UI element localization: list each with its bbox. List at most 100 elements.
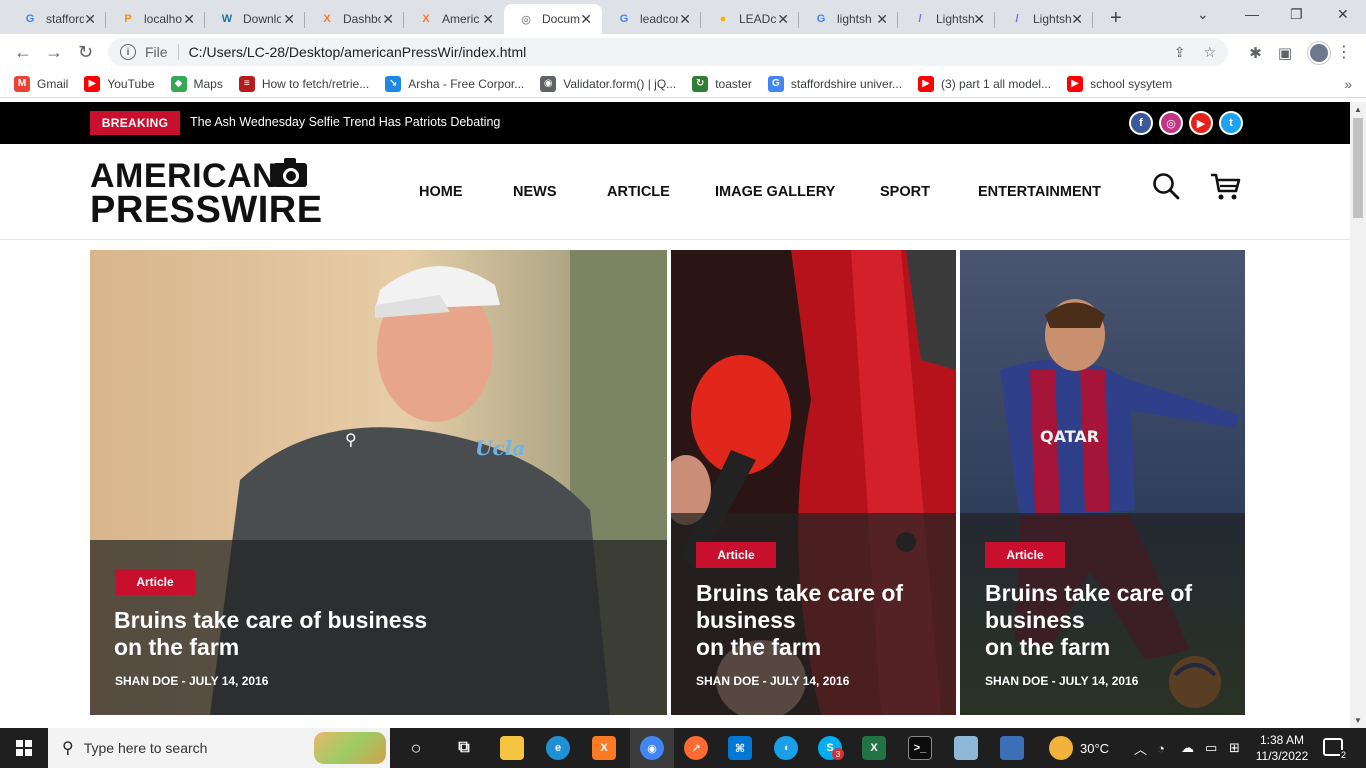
postman-icon[interactable]: ↗ xyxy=(684,736,708,760)
browser-tab[interactable]: / Lightsh ✕ xyxy=(898,4,995,34)
browser-tab[interactable]: ● LEADcon✕ xyxy=(701,4,799,34)
network-icon[interactable]: ⊞ xyxy=(1229,728,1240,768)
nav-item-article[interactable]: ARTICLE xyxy=(607,184,715,200)
weather-icon[interactable] xyxy=(1049,736,1073,760)
twitter-icon[interactable]: t xyxy=(1219,111,1243,135)
browser-tab[interactable]: Gstafford ✕ xyxy=(8,4,106,34)
tab-close-icon[interactable]: ✕ xyxy=(973,11,985,28)
tab-close-icon[interactable]: ✕ xyxy=(482,11,494,28)
show-hidden-icons[interactable]: ︿ xyxy=(1134,728,1147,768)
bookmark-item[interactable]: ↘ Arsha - Free Corpor... xyxy=(385,75,524,92)
browser-tab[interactable]: Gleadcon ✕ xyxy=(602,4,701,34)
browser-tab[interactable]: Glightsh ✕ xyxy=(799,4,898,34)
site-logo[interactable]: AMERICAN PRESSWIRE xyxy=(90,158,322,230)
minimize-button[interactable]: — xyxy=(1245,6,1259,22)
tab-close-icon[interactable]: ✕ xyxy=(580,11,592,28)
onedrive-icon[interactable]: ☁ xyxy=(1181,728,1194,768)
tab-close-icon[interactable]: ✕ xyxy=(84,11,96,28)
browser-tab[interactable]: ◎ Document✕ xyxy=(504,4,602,34)
restore-button[interactable]: ❐ xyxy=(1290,6,1303,23)
reload-icon[interactable]: ↻ xyxy=(78,42,93,63)
tab-close-icon[interactable]: ✕ xyxy=(777,11,789,28)
tab-search-icon[interactable]: ⌄ xyxy=(1197,6,1209,23)
card-title[interactable]: Bruins take care of business on the farm xyxy=(114,607,534,661)
windows-start-icon[interactable] xyxy=(16,740,32,756)
taskbar-search-box[interactable]: ⚲ Type here to search xyxy=(48,728,390,768)
chrome-icon[interactable]: ◉ xyxy=(640,736,664,760)
forward-icon[interactable]: → xyxy=(45,42,63,63)
card-title[interactable]: Bruins take care of business on the farm xyxy=(696,580,946,661)
battery-icon[interactable]: ▭ xyxy=(1205,728,1217,768)
meet-now-icon[interactable]: ◔ xyxy=(1157,728,1165,768)
youtube-icon[interactable]: ▶ xyxy=(1189,111,1213,135)
feature-card-1[interactable]: Ucla ⚲ Article Bruins take care of busin… xyxy=(90,250,667,715)
browser-tab[interactable]: X Dashboard✕ xyxy=(305,4,404,34)
bookmark-star-icon[interactable]: ☆ xyxy=(1203,44,1216,61)
excel-icon[interactable]: X xyxy=(862,736,886,760)
nav-item-image-gallery[interactable]: IMAGE GALLERY xyxy=(715,184,880,200)
close-window-button[interactable]: ✕ xyxy=(1337,6,1349,23)
instagram-icon[interactable]: ◎ xyxy=(1159,111,1183,135)
category-badge[interactable]: Article xyxy=(985,542,1065,568)
tab-close-icon[interactable]: ✕ xyxy=(679,11,691,28)
nav-item-home[interactable]: HOME xyxy=(419,184,513,200)
tab-close-icon[interactable]: ✕ xyxy=(382,11,394,28)
breaking-headline[interactable]: The Ash Wednesday Selfie Trend Has Patri… xyxy=(190,115,500,129)
browser-tab[interactable]: Plocalhost✕ xyxy=(106,4,205,34)
edge-icon[interactable]: e xyxy=(546,736,570,760)
more-bookmarks-icon[interactable]: » xyxy=(1344,76,1352,92)
category-badge[interactable]: Article xyxy=(115,569,195,595)
browser-tab[interactable]: X American✕ xyxy=(404,4,504,34)
bookmark-item[interactable]: ▶ YouTube xyxy=(84,75,155,92)
bookmark-item[interactable]: ≡ How to fetch/retrie... xyxy=(238,75,369,92)
feature-card-2[interactable]: Article Bruins take care of business on … xyxy=(671,250,956,715)
scrollbar-thumb[interactable] xyxy=(1353,118,1363,218)
search-icon[interactable] xyxy=(1152,172,1180,200)
info-icon[interactable]: i xyxy=(120,44,136,60)
page-scrollbar[interactable]: ▲ ▼ xyxy=(1350,102,1366,728)
file-explorer-icon[interactable] xyxy=(500,736,524,760)
tab-close-icon[interactable]: ✕ xyxy=(1071,11,1083,28)
scroll-down-icon[interactable]: ▼ xyxy=(1354,716,1362,725)
back-icon[interactable]: ← xyxy=(14,42,32,63)
bookmark-item[interactable]: ▶ (3) part 1 all model... xyxy=(918,75,1051,92)
tab-close-icon[interactable]: ✕ xyxy=(283,11,295,28)
bookmark-item[interactable]: Gstaffordshire univer... xyxy=(767,75,902,92)
tab-close-icon[interactable]: ✕ xyxy=(183,11,195,28)
omnibox[interactable]: i File C:/Users/LC-28/Desktop/americanPr… xyxy=(108,38,1228,66)
profile-avatar[interactable] xyxy=(1308,42,1330,64)
system-clock[interactable]: 1:38 AM 11/3/2022 xyxy=(1255,732,1309,764)
bookmark-item[interactable]: M Gmail xyxy=(14,75,68,92)
bookmark-item[interactable]: ▶ school sysytem xyxy=(1067,75,1172,92)
bookmark-item[interactable]: ◆ Maps xyxy=(170,75,223,92)
card-title[interactable]: Bruins take care of business on the farm xyxy=(985,580,1235,661)
browser-menu-icon[interactable]: ⋮ xyxy=(1336,42,1352,62)
task-view-icon[interactable]: ⧉ xyxy=(452,736,476,760)
terminal-icon[interactable]: >_ xyxy=(908,736,932,760)
xampp-icon[interactable]: X xyxy=(592,736,616,760)
vscode-icon[interactable]: ⌘ xyxy=(728,736,752,760)
nav-item-entertainment[interactable]: ENTERTAINMENT xyxy=(978,184,1101,200)
extensions-icon[interactable]: ✱ xyxy=(1249,44,1262,62)
share-icon[interactable]: ⇪ xyxy=(1174,44,1186,61)
side-panel-icon[interactable]: ▣ xyxy=(1278,44,1292,62)
cortana-icon[interactable]: ○ xyxy=(404,736,428,760)
bookmark-item[interactable]: ↻ toaster xyxy=(692,75,752,92)
feature-card-3[interactable]: QATAR Article Bruins take care of busine… xyxy=(960,250,1245,715)
nav-item-news[interactable]: NEWS xyxy=(513,184,607,200)
nav-item-sport[interactable]: SPORT xyxy=(880,184,978,200)
database-icon[interactable] xyxy=(1000,736,1024,760)
facebook-icon[interactable]: f xyxy=(1129,111,1153,135)
cart-icon[interactable] xyxy=(1210,172,1242,202)
new-tab-button[interactable]: + xyxy=(1110,7,1122,30)
weather-temperature[interactable]: 30°C xyxy=(1080,728,1109,768)
app-icon[interactable]: ◖ xyxy=(774,736,798,760)
url-text[interactable]: C:/Users/LC-28/Desktop/americanPressWir/… xyxy=(189,44,527,60)
notification-icon[interactable]: 2 xyxy=(1323,738,1347,760)
browser-tab[interactable]: W Download✕ xyxy=(205,4,305,34)
category-badge[interactable]: Article xyxy=(696,542,776,568)
notes-icon[interactable] xyxy=(954,736,978,760)
browser-tab[interactable]: / Lightsh ✕ xyxy=(995,4,1093,34)
tab-close-icon[interactable]: ✕ xyxy=(876,11,888,28)
scroll-up-icon[interactable]: ▲ xyxy=(1354,105,1362,114)
